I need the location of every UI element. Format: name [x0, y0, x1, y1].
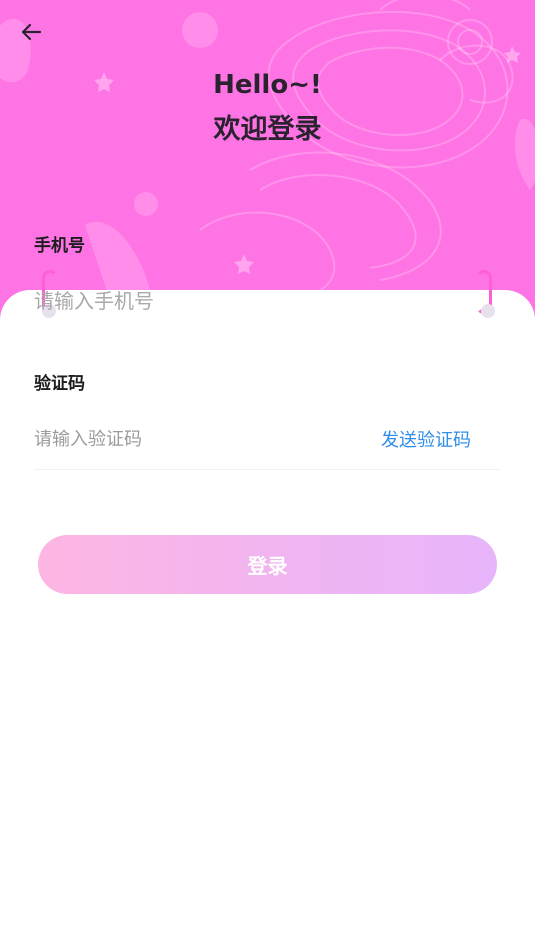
phone-input[interactable] [34, 282, 334, 320]
back-button[interactable] [14, 18, 48, 46]
greeting: Hello~! 欢迎登录 [0, 68, 535, 150]
code-label: 验证码 [34, 374, 85, 394]
code-divider [34, 469, 501, 470]
arrow-left-icon [21, 23, 42, 41]
code-row: 发送验证码 [34, 420, 501, 458]
phone-row [34, 282, 501, 320]
hero-background: Hello~! 欢迎登录 手机号 [0, 0, 535, 330]
login-button[interactable]: 登录 [38, 535, 497, 594]
code-input[interactable] [34, 421, 334, 457]
greeting-line-2: 欢迎登录 [213, 114, 322, 145]
phone-label: 手机号 [34, 236, 85, 256]
send-code-button[interactable]: 发送验证码 [381, 426, 471, 452]
greeting-line-1: Hello~! [213, 70, 322, 100]
topographic-pattern [0, 0, 535, 301]
